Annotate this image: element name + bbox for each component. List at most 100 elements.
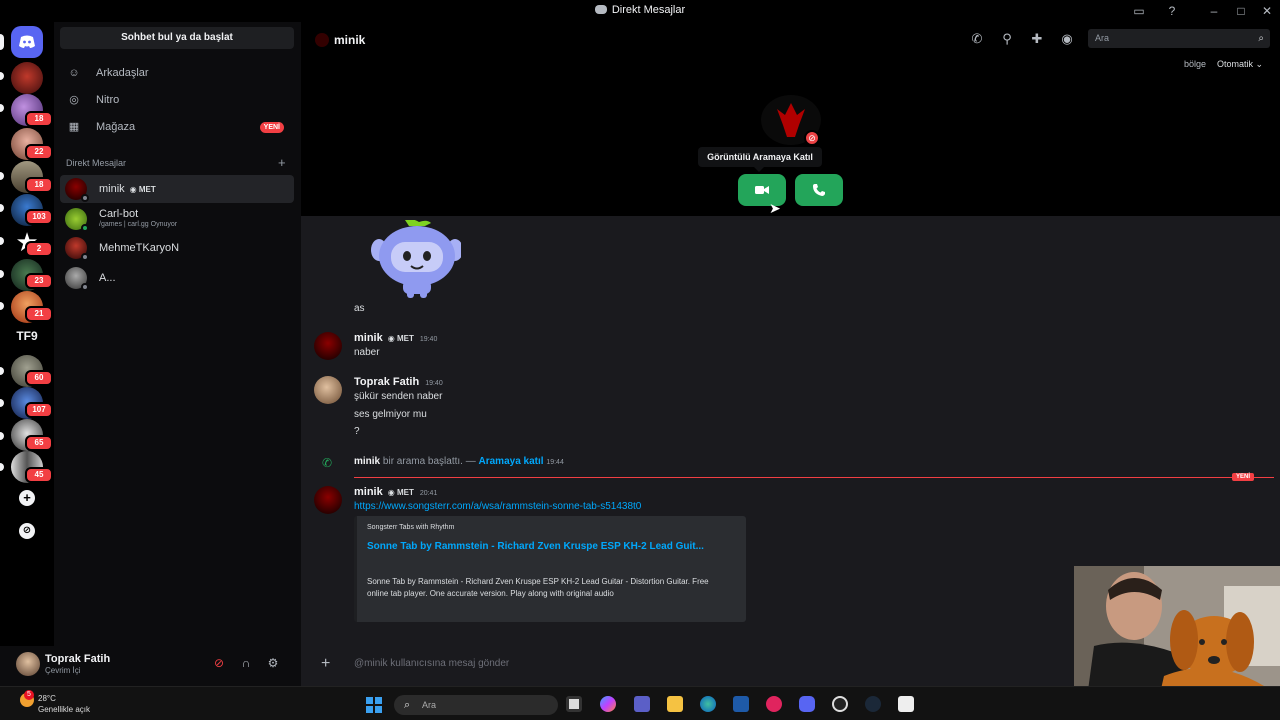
avatar[interactable] bbox=[16, 652, 40, 676]
server-icon[interactable] bbox=[11, 62, 43, 94]
call-event: minik bir arama başlattı. — Aramaya katı… bbox=[354, 456, 564, 467]
timestamp: 19:44 bbox=[546, 459, 564, 466]
server-rail: 18 22 18 103 ★ 2 23 21 TF9 60 107 65 45 … bbox=[0, 22, 54, 686]
copilot-icon[interactable] bbox=[600, 696, 616, 712]
server-badge: 60 bbox=[25, 370, 53, 386]
add-friends-icon[interactable]: ✚ bbox=[1029, 31, 1045, 47]
message-text: ses gelmiyor mu bbox=[354, 409, 427, 420]
nav-friends[interactable]: ☺ Arkadaşlar bbox=[60, 61, 294, 85]
headphones-icon[interactable]: ∩ bbox=[239, 656, 253, 670]
user-panel: Toprak Fatih Çevrim İçi ⊘ ∩ ⚙ bbox=[0, 646, 301, 686]
direct-messages-home-button[interactable] bbox=[11, 26, 43, 58]
message-text: naber bbox=[354, 347, 380, 358]
discord-taskbar-icon[interactable] bbox=[799, 696, 815, 712]
search-icon: ⌕ bbox=[1258, 33, 1264, 44]
join-video-tooltip: Görüntülü Aramaya Katıl bbox=[698, 147, 822, 172]
dm-item-carl-bot[interactable]: Carl-bot /games | carl.gg Oynuyor bbox=[60, 205, 294, 233]
status-indicator bbox=[81, 283, 89, 291]
embed-title[interactable]: Sonne Tab by Rammstein - Richard Zven Kr… bbox=[367, 540, 727, 554]
create-dm-button[interactable]: + bbox=[278, 155, 286, 170]
server-badge: 45 bbox=[25, 467, 53, 483]
task-view-icon[interactable] bbox=[566, 696, 582, 712]
message-author[interactable]: Toprak Fatih 19:40 bbox=[354, 376, 443, 388]
message-author[interactable]: minik ◉ MET 20:41 bbox=[354, 486, 437, 498]
minimize-button[interactable]: – bbox=[1206, 3, 1222, 19]
pin-icon[interactable]: ⚲ bbox=[999, 31, 1015, 47]
edge-browser-icon[interactable] bbox=[700, 696, 716, 712]
store-icon[interactable] bbox=[733, 696, 749, 712]
mouse-cursor: ➤ bbox=[769, 200, 781, 216]
server-badge: 65 bbox=[25, 435, 53, 451]
region-label: bölge bbox=[1184, 59, 1207, 69]
dm-item-a[interactable]: A... bbox=[60, 264, 294, 292]
voice-call-icon[interactable]: ✆ bbox=[969, 31, 985, 47]
inbox-icon[interactable]: ▭ bbox=[1131, 3, 1147, 19]
steam-icon[interactable] bbox=[865, 696, 881, 712]
nav-shop[interactable]: ▦ Mağaza YENİ bbox=[60, 115, 294, 139]
server-badge: 22 bbox=[25, 144, 53, 160]
server-badge: 107 bbox=[25, 402, 53, 418]
explore-servers-button[interactable]: ⊘ bbox=[19, 523, 35, 539]
message-author[interactable]: minik ◉ MET 19:40 bbox=[354, 332, 437, 344]
message-text: şükür senden naber bbox=[354, 391, 443, 402]
help-icon[interactable]: ? bbox=[1164, 3, 1180, 19]
server-badge: 18 bbox=[25, 111, 53, 127]
avatar[interactable] bbox=[314, 486, 342, 514]
phone-icon bbox=[813, 184, 825, 196]
timestamp: 19:40 bbox=[425, 380, 443, 387]
app-icon[interactable] bbox=[766, 696, 782, 712]
dm-section-header: Direkt Mesajlar bbox=[66, 158, 127, 168]
epic-games-icon[interactable] bbox=[898, 696, 914, 712]
dm-item-mehmetkaryon[interactable]: MehmeTKaryoN bbox=[60, 234, 294, 262]
nav-nitro[interactable]: ◎ Nitro bbox=[60, 88, 294, 112]
dm-activity: /games | carl.gg Oynuyor bbox=[99, 221, 178, 228]
server-tag: ◉ MET bbox=[387, 488, 414, 497]
join-voice-call-button[interactable] bbox=[795, 174, 843, 206]
server-badge: 18 bbox=[25, 177, 53, 193]
nitro-icon: ◎ bbox=[69, 94, 79, 106]
start-button[interactable] bbox=[366, 697, 382, 713]
find-conversation-button[interactable]: Sohbet bul ya da başlat bbox=[60, 27, 294, 49]
join-call-link[interactable]: Aramaya katıl bbox=[479, 456, 544, 467]
message-link[interactable]: https://www.songsterr.com/a/wsa/rammstei… bbox=[354, 501, 641, 512]
server-tag: ◉ MET bbox=[387, 334, 414, 343]
timestamp: 20:41 bbox=[419, 490, 438, 497]
weather-badge: 5 bbox=[24, 690, 34, 700]
attach-button[interactable]: + bbox=[321, 655, 330, 673]
status-indicator bbox=[81, 224, 89, 232]
close-button[interactable]: ✕ bbox=[1259, 3, 1275, 19]
teams-icon[interactable] bbox=[634, 696, 650, 712]
region-select[interactable]: Otomatik ⌄ bbox=[1217, 59, 1263, 70]
app-icon[interactable] bbox=[832, 696, 848, 712]
embed-description: Sonne Tab by Rammstein - Richard Zven Kr… bbox=[367, 577, 709, 598]
server-badge: 2 bbox=[25, 241, 53, 257]
phone-call-icon: ✆ bbox=[322, 456, 333, 470]
search-input[interactable]: Ara ⌕ bbox=[1088, 29, 1270, 48]
dm-name: MehmeTKaryoN bbox=[99, 242, 180, 254]
message-text: as bbox=[354, 303, 365, 314]
settings-gear-icon[interactable]: ⚙ bbox=[266, 656, 280, 670]
discord-logo-icon bbox=[19, 35, 35, 48]
link-embed: Songsterr Tabs with Rhythm Sonne Tab by … bbox=[354, 516, 746, 622]
server-text-icon[interactable]: TF9 bbox=[11, 320, 43, 352]
search-icon: ⌕ bbox=[404, 699, 411, 711]
camera-off-icon: ⊘ bbox=[804, 130, 820, 146]
avatar[interactable] bbox=[314, 332, 342, 360]
user-profile-icon[interactable]: ◉ bbox=[1059, 31, 1075, 47]
windows-taskbar: 5 28°C Genellikle açık ⌕ Ara bbox=[0, 686, 1280, 720]
weather-description: Genellikle açık bbox=[38, 705, 91, 714]
taskbar-search[interactable]: ⌕ Ara bbox=[394, 695, 558, 715]
add-server-button[interactable]: + bbox=[19, 490, 35, 506]
avatar[interactable] bbox=[314, 376, 342, 404]
new-badge: YENİ bbox=[259, 122, 284, 133]
dm-item-minik[interactable]: minik ◉ MET bbox=[60, 175, 294, 203]
file-explorer-icon[interactable] bbox=[667, 696, 683, 712]
maximize-button[interactable]: □ bbox=[1233, 3, 1249, 19]
message-input[interactable]: @minik kullanıcısına mesaj gönder bbox=[354, 658, 509, 669]
discord-icon bbox=[594, 5, 607, 14]
mic-muted-icon[interactable]: ⊘ bbox=[212, 656, 226, 670]
title-bar: Direkt Mesajlar ▭ ? – □ ✕ bbox=[0, 0, 1280, 22]
weather-temperature: 28°C bbox=[38, 694, 56, 703]
message-text: ? bbox=[354, 426, 360, 437]
user-status: Çevrim İçi bbox=[45, 666, 81, 675]
